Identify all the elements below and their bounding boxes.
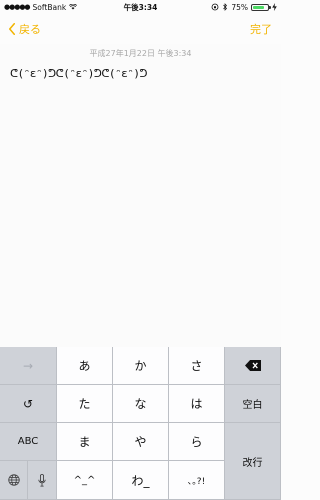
key-ya[interactable]: や bbox=[113, 423, 169, 461]
space-key[interactable]: 空白 bbox=[225, 385, 281, 423]
battery-icon bbox=[251, 3, 271, 11]
clock: 午後3:34 bbox=[123, 2, 158, 12]
key-ma[interactable]: ま bbox=[57, 423, 113, 461]
navigation-bar: 戻る 完了 bbox=[0, 14, 281, 44]
key-ta[interactable]: た bbox=[57, 385, 113, 423]
globe-key[interactable] bbox=[0, 461, 28, 500]
back-label: 戻る bbox=[19, 23, 41, 36]
key-a[interactable]: あ bbox=[57, 347, 113, 385]
done-button[interactable]: 完了 bbox=[250, 21, 272, 37]
return-key[interactable]: 改行 bbox=[225, 423, 281, 500]
microphone-icon bbox=[38, 473, 46, 486]
key-punctuation[interactable]: ､｡?! bbox=[169, 461, 225, 500]
battery-fill bbox=[253, 5, 264, 9]
globe-icon bbox=[7, 474, 20, 486]
key-emoticon[interactable]: ^_^ bbox=[57, 461, 113, 500]
mic-key[interactable] bbox=[28, 461, 57, 500]
arrow-key[interactable]: → bbox=[0, 347, 57, 385]
key-ha[interactable]: は bbox=[169, 385, 225, 423]
note-editor[interactable]: 平成27年1月22日 午後3:34 ᕦ(ᵔεᵔ)ᕤᕦ(ᵔεᵔ)ᕤᕦ(ᵔεᵔ)ᕤ bbox=[0, 44, 281, 347]
undo-key[interactable]: ↺ bbox=[0, 385, 57, 423]
abc-key[interactable]: ABC bbox=[0, 423, 57, 461]
backspace-icon bbox=[244, 360, 261, 371]
note-text[interactable]: ᕦ(ᵔεᵔ)ᕤᕦ(ᵔεᵔ)ᕤᕦ(ᵔεᵔ)ᕤ bbox=[10, 67, 148, 80]
note-date: 平成27年1月22日 午後3:34 bbox=[89, 49, 192, 58]
key-wa[interactable]: わ_ bbox=[113, 461, 169, 500]
status-bar: ●●●●● SoftBank 午後3:34 75% bbox=[0, 0, 281, 14]
chevron-left-icon bbox=[9, 23, 15, 35]
delete-key[interactable] bbox=[225, 347, 281, 385]
key-ra[interactable]: ら bbox=[169, 423, 225, 461]
key-ka[interactable]: か bbox=[113, 347, 169, 385]
keyboard: → あ か さ ↺ た な は 空白 ABC ま や ら 改行 ^_^ わ_ ､… bbox=[0, 347, 281, 500]
key-na[interactable]: な bbox=[113, 385, 169, 423]
key-sa[interactable]: さ bbox=[169, 347, 225, 385]
back-button[interactable]: 戻る bbox=[8, 21, 41, 37]
